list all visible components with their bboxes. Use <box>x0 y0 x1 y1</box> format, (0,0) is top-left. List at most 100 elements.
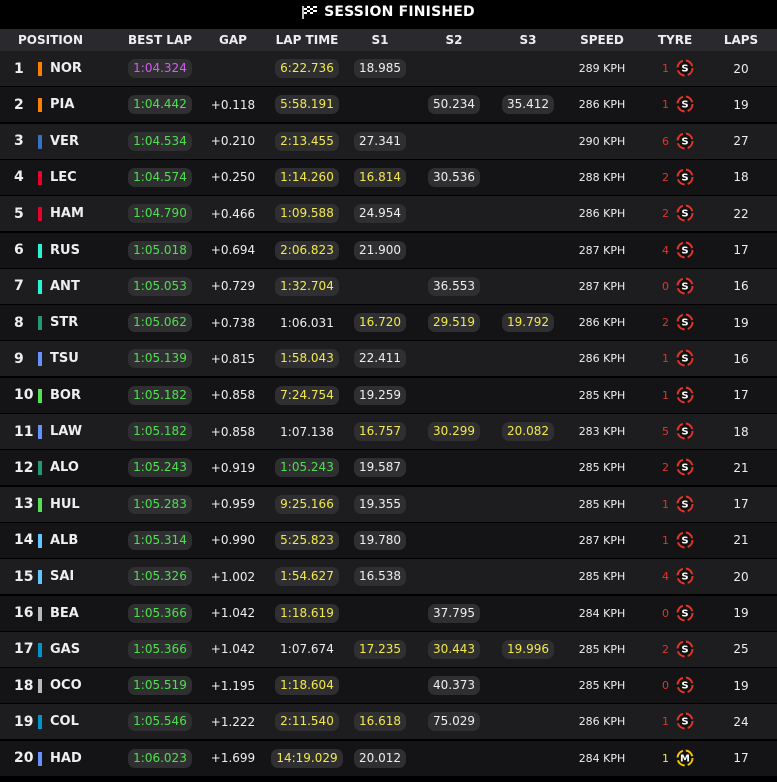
header-s2[interactable]: S2 <box>426 33 482 47</box>
sector2-value: 37.795 <box>428 603 480 623</box>
table-row[interactable]: 8 STR 1:05.062 +0.738 1:06.031 16.720 29.519 19… <box>0 305 777 341</box>
best-lap-value: 1:05.366 <box>128 603 192 623</box>
header-s3[interactable]: S3 <box>500 33 556 47</box>
table-row[interactable]: 9 TSU 1:05.139 +0.815 1:58.043 22.411 286 KPH 1… <box>0 341 777 377</box>
speed-value: 284 KPH <box>578 606 626 620</box>
row-position: 8 <box>14 314 24 331</box>
laps-value: 19 <box>733 97 749 112</box>
gap-value: +1.222 <box>210 714 256 729</box>
tyre-age: 0 <box>662 279 669 293</box>
table-row[interactable]: 5 HAM 1:04.790 +0.466 1:09.588 24.954 286 KPH 2… <box>0 196 777 232</box>
table-row[interactable]: 14 ALB 1:05.314 +0.990 5:25.823 19.780 287 KPH… <box>0 522 777 558</box>
sector1-value: 19.355 <box>354 494 406 514</box>
tyre-age: 2 <box>662 207 669 221</box>
gap-value: +0.210 <box>210 134 256 149</box>
team-color-bar <box>38 388 42 403</box>
table-row[interactable]: 1 NOR 1:04.324 6:22.736 18.985 289 KPH 1 S 20 <box>0 51 777 86</box>
sector3-value: 19.996 <box>502 639 554 659</box>
table-row[interactable]: 13 HUL 1:05.283 +0.959 9:25.166 19.355 285 KPH… <box>0 486 777 522</box>
driver-code: VER <box>50 133 79 149</box>
sector2-value: 75.029 <box>428 712 480 732</box>
driver-code: OCO <box>50 678 82 694</box>
table-row[interactable]: 3 VER 1:04.534 +0.210 2:13.455 27.341 290 KPH 6… <box>0 123 777 159</box>
team-color-bar <box>38 497 42 512</box>
driver-code: HUL <box>50 496 80 512</box>
best-lap-value: 1:05.243 <box>128 458 192 478</box>
driver-code: TSU <box>50 351 79 367</box>
table-row[interactable]: 11 LAW 1:05.182 +0.858 1:07.138 16.757 30.299 2… <box>0 414 777 449</box>
gap-value: +1.042 <box>210 606 256 620</box>
table-row[interactable]: 10 BOR 1:05.182 +0.858 7:24.754 19.259 285 KPH… <box>0 377 777 413</box>
table-row[interactable]: 15 SAI 1:05.326 +1.002 1:54.627 16.538 285 KPH… <box>0 559 777 595</box>
team-color-bar <box>38 243 42 258</box>
tyre-compound-icon: S <box>676 168 694 186</box>
tyre-compound-letter: S <box>681 535 688 546</box>
team-color-bar <box>38 679 42 694</box>
tyre-compound-icon: S <box>676 567 694 585</box>
header-tyre[interactable]: TYRE <box>650 33 700 47</box>
tyre-compound-icon: S <box>676 277 694 295</box>
sector1-value: 19.587 <box>354 458 406 478</box>
best-lap-value: 1:04.442 <box>128 95 192 115</box>
speed-value: 288 KPH <box>578 170 626 184</box>
gap-value: +0.919 <box>210 460 256 475</box>
speed-value: 287 KPH <box>578 243 626 257</box>
team-color-bar <box>38 279 42 294</box>
header-best-lap[interactable]: BEST LAP <box>126 33 194 47</box>
team-color-bar <box>38 642 42 657</box>
table-row[interactable]: 12 ALO 1:05.243 +0.919 1:05.243 19.587 285 KPH… <box>0 450 777 486</box>
team-color-bar <box>38 352 42 367</box>
laps-value: 22 <box>733 206 749 221</box>
table-row[interactable]: 18 OCO 1:05.519 +1.195 1:18.604 40.373 285 KPH… <box>0 668 777 704</box>
laps-value: 17 <box>733 497 749 512</box>
header-speed[interactable]: SPEED <box>572 33 632 47</box>
table-row[interactable]: 17 GAS 1:05.366 +1.042 1:07.674 17.235 30.443 1… <box>0 631 777 667</box>
sector1-value: 18.985 <box>354 59 406 78</box>
best-lap-value: 1:06.023 <box>128 748 192 768</box>
table-row[interactable]: 19 COL 1:05.546 +1.222 2:11.540 16.618 75.029 2… <box>0 704 777 740</box>
driver-code: HAD <box>50 750 82 766</box>
tyre-age: 1 <box>662 62 669 75</box>
header-position[interactable]: POSITION <box>18 33 83 47</box>
gap-value: +0.738 <box>210 315 256 330</box>
gap-value: +0.815 <box>210 351 256 366</box>
sector3-value: 35.412 <box>502 95 554 115</box>
best-lap-value: 1:04.324 <box>128 59 192 78</box>
tyre-compound-letter: S <box>681 717 688 728</box>
table-row[interactable]: 2 PIA 1:04.442 +0.118 5:58.191 50.234 35.412 28… <box>0 87 777 123</box>
table-row[interactable]: 7 ANT 1:05.053 +0.729 1:32.704 36.553 287 KPH 0… <box>0 268 777 304</box>
lap-time-value: 5:58.191 <box>275 95 339 115</box>
tyre-compound-icon: S <box>676 640 694 658</box>
tyre-compound-letter: S <box>681 318 688 329</box>
row-position: 1 <box>14 60 24 77</box>
tyre-compound-letter: S <box>681 608 688 619</box>
checkered-flag-icon <box>302 5 318 19</box>
gap-value: +1.699 <box>210 751 256 766</box>
best-lap-value: 1:05.366 <box>128 639 192 659</box>
lap-time-value: 1:54.627 <box>275 567 339 587</box>
gap-value: +1.195 <box>210 678 256 693</box>
table-row[interactable]: 20 HAD 1:06.023 +1.699 14:19.029 20.012 284 KP… <box>0 740 777 776</box>
speed-value: 287 KPH <box>578 533 626 547</box>
table-row[interactable]: 4 LEC 1:04.574 +0.250 1:14.260 16.814 30.536 28… <box>0 159 777 195</box>
header-gap[interactable]: GAP <box>206 33 260 47</box>
sector1-value: 27.341 <box>354 131 406 151</box>
session-title: SESSION FINISHED <box>324 4 475 20</box>
table-row[interactable]: 16 BEA 1:05.366 +1.042 1:18.619 37.795 284 KPH… <box>0 595 777 631</box>
header-lap-time[interactable]: LAP TIME <box>272 33 342 47</box>
laps-value: 19 <box>733 606 749 620</box>
speed-value: 287 KPH <box>578 279 626 293</box>
team-color-bar <box>38 425 42 439</box>
header-s1[interactable]: S1 <box>352 33 408 47</box>
table-row[interactable]: 6 RUS 1:05.018 +0.694 2:06.823 21.900 287 KPH 4… <box>0 232 777 268</box>
header-laps[interactable]: LAPS <box>718 33 764 47</box>
driver-code: COL <box>50 714 79 730</box>
row-position: 19 <box>14 713 34 730</box>
row-position: 10 <box>14 387 34 404</box>
best-lap-value: 1:05.283 <box>128 494 192 514</box>
tyre-age: 1 <box>662 715 669 729</box>
driver-code: HAM <box>50 206 84 222</box>
tyre-compound-icon: S <box>676 132 694 150</box>
laps-value: 24 <box>733 714 749 729</box>
tyre-compound-letter: S <box>681 572 688 583</box>
